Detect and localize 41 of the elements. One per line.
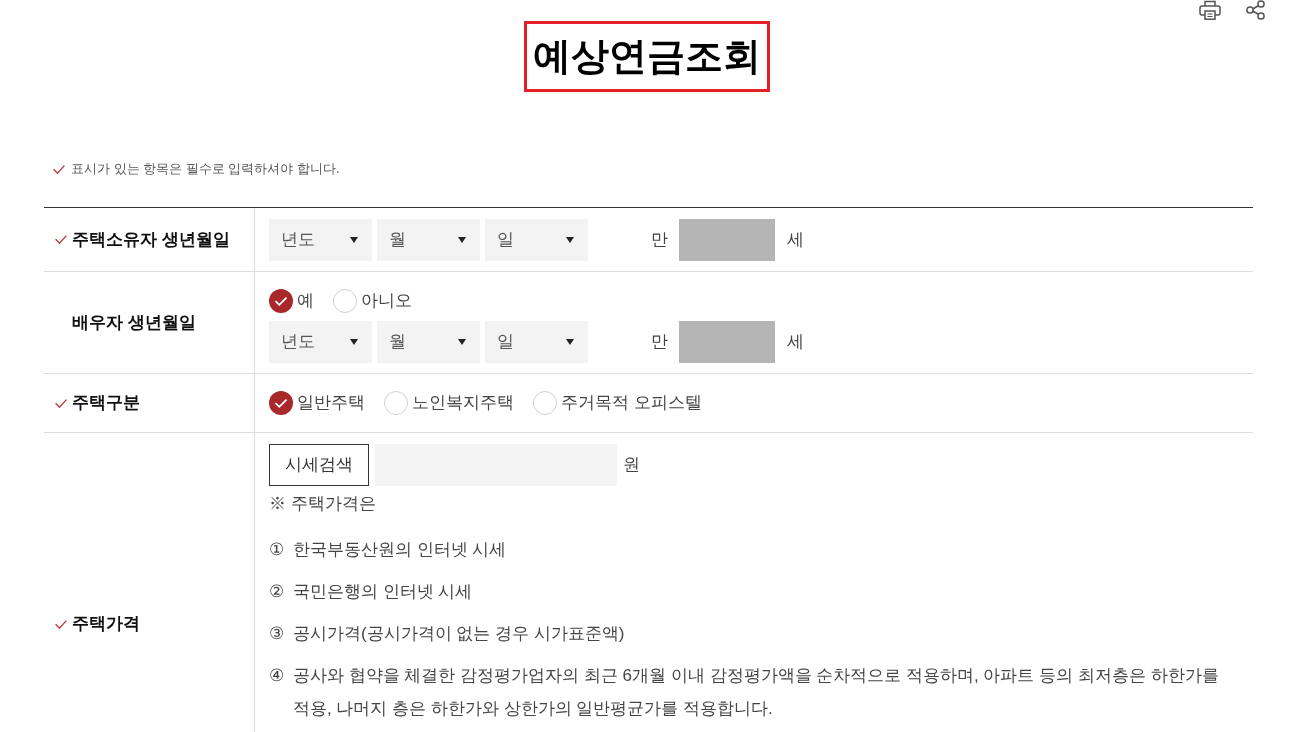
- caret-icon: [458, 237, 466, 243]
- radio-option[interactable]: 일반주택: [269, 391, 365, 415]
- share-icon[interactable]: [1246, 0, 1266, 20]
- caret-icon: [566, 339, 574, 345]
- caret-icon: [350, 237, 358, 243]
- page-title: 예상연금조회: [523, 21, 770, 92]
- field-label: 주택가격: [72, 613, 140, 636]
- list-marker: ④: [269, 665, 285, 687]
- list-marker: ③: [269, 623, 285, 645]
- list-item-text: 공시가격(공시가격이 없는 경우 시가표준액): [293, 623, 625, 645]
- radio-option[interactable]: 예: [269, 289, 314, 313]
- age-prefix-label: 만: [651, 229, 668, 252]
- age-unit-label: 세: [787, 331, 804, 354]
- field-label: 주택구분: [72, 392, 140, 415]
- caret-icon: [350, 339, 358, 345]
- list-item-text: 공사와 협약을 체결한 감정평가업자의 최근 6개월 이내 감정평가액을 순차적으로 적용하며, 아파트 등의 최저층은 하한가를 적용, 나머지 층은 하한가와 상한가의 일반평균가를 적용합니다.: [293, 665, 1220, 720]
- required-note: 표시가 있는 항목은 필수로 입력하셔야 합니다.: [71, 160, 340, 179]
- list-item-text: 한국부동산원의 인터넷 시세: [293, 539, 507, 561]
- caret-icon: [458, 339, 466, 345]
- age-prefix-label: 만: [651, 331, 668, 354]
- caret-icon: [566, 237, 574, 243]
- radio-option[interactable]: 노인복지주택: [384, 391, 514, 415]
- dropdown[interactable]: 월: [377, 219, 480, 261]
- currency-unit-label: 원: [623, 454, 640, 477]
- radio-option[interactable]: 주거목적 오피스텔: [533, 391, 702, 415]
- price-note: ※ 주택가격은: [269, 493, 376, 515]
- list-marker: ②: [269, 581, 285, 603]
- radio-option[interactable]: 아니오: [333, 289, 412, 313]
- print-icon[interactable]: [1199, 0, 1221, 20]
- field-label: 배우자 생년월일: [72, 311, 196, 334]
- list-marker: ①: [269, 539, 285, 561]
- dropdown[interactable]: 월: [377, 321, 480, 363]
- list-item-text: 국민은행의 인터넷 시세: [293, 581, 473, 603]
- dropdown[interactable]: 일: [485, 321, 588, 363]
- check-icon: [53, 164, 65, 174]
- dropdown[interactable]: 년도: [269, 321, 372, 363]
- dropdown[interactable]: 년도: [269, 219, 372, 261]
- dropdown[interactable]: 일: [485, 219, 588, 261]
- field-label: 주택소유자 생년월일: [72, 228, 230, 251]
- price-search-button[interactable]: 시세검색: [269, 444, 369, 486]
- age-unit-label: 세: [787, 229, 804, 252]
